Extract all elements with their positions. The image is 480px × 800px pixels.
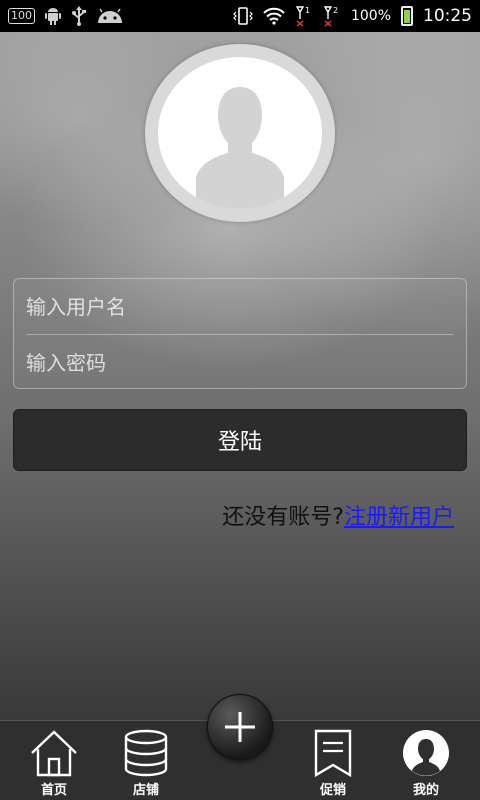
battery-icon xyxy=(401,6,413,26)
avatar[interactable] xyxy=(145,44,335,222)
wifi-icon xyxy=(263,7,285,25)
plus-icon xyxy=(225,712,255,742)
nav-item-mine[interactable]: 我的 xyxy=(386,721,466,800)
register-link[interactable]: 注册新用户 xyxy=(344,499,454,531)
register-row: 还没有账号? 注册新用户 xyxy=(222,498,454,532)
password-input[interactable] xyxy=(26,339,456,387)
status-bar-right: 1 2 100% 10:25 xyxy=(233,5,472,27)
user-silhouette-icon xyxy=(196,87,284,209)
bookmark-icon xyxy=(314,729,352,778)
nav-label-home: 首页 xyxy=(40,783,67,798)
android-icon xyxy=(98,8,122,23)
form-divider xyxy=(26,334,454,335)
add-button[interactable] xyxy=(207,694,273,760)
username-input[interactable] xyxy=(26,283,456,331)
status-time: 10:25 xyxy=(423,6,472,26)
login-form xyxy=(13,278,467,389)
home-icon xyxy=(31,730,77,777)
database-icon xyxy=(124,729,168,777)
vibrate-icon xyxy=(233,7,253,25)
nav-label-mine: 我的 xyxy=(412,783,439,798)
register-prompt: 还没有账号? xyxy=(222,505,344,530)
android-debug-icon xyxy=(45,8,61,25)
notification-count-badge: 100 xyxy=(8,8,35,24)
status-bar: 100 1 2 100% 10:25 xyxy=(0,0,480,32)
nav-item-store[interactable]: 店铺 xyxy=(106,721,186,800)
signal-sim2-icon: 2 xyxy=(323,6,338,27)
sim1-label: 1 xyxy=(305,6,310,15)
login-button[interactable]: 登陆 xyxy=(13,409,467,471)
avatar-inner xyxy=(158,57,322,209)
nav-label-promo: 促销 xyxy=(319,783,346,798)
battery-percent: 100% xyxy=(350,8,391,24)
sim2-label: 2 xyxy=(333,6,338,15)
nav-item-home[interactable]: 首页 xyxy=(14,721,94,800)
user-icon xyxy=(403,730,449,776)
status-bar-left: 100 xyxy=(8,6,123,26)
nav-label-store: 店铺 xyxy=(132,783,159,798)
usb-icon xyxy=(72,6,86,26)
nav-item-promo[interactable]: 促销 xyxy=(293,721,373,800)
signal-sim1-icon: 1 xyxy=(295,6,310,27)
